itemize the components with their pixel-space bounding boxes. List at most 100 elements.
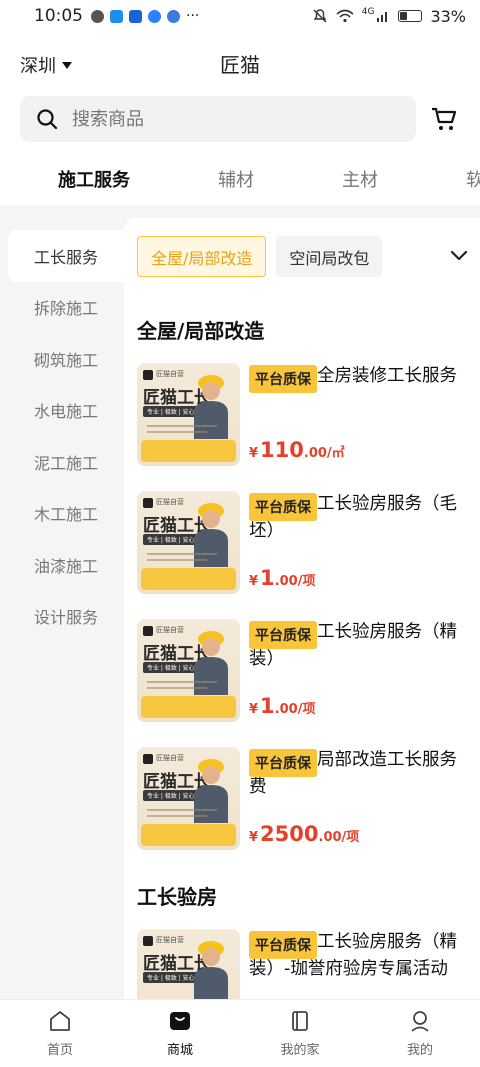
price-currency: ¥	[249, 446, 259, 461]
brand-logo-icon	[143, 936, 153, 946]
sidebar-item-plumbing-electric[interactable]: 水电施工	[0, 385, 124, 437]
wechat-icon	[91, 9, 104, 23]
price-decimal: .00/㎡	[303, 446, 345, 461]
sidebar-item-tiling[interactable]: 泥工施工	[0, 436, 124, 488]
brand-logo-icon	[143, 626, 153, 636]
thumb-info-band	[141, 440, 236, 462]
chevron-down-icon[interactable]	[450, 248, 468, 262]
battery-icon	[398, 10, 423, 22]
tab-mall-label: 商城	[166, 1043, 193, 1058]
product-name: 全房装修工长服务	[317, 366, 457, 386]
subcategory-chips: 全屋/局部改造 空间局改包	[137, 236, 480, 278]
price-integer: 110	[260, 438, 304, 462]
tab-profile-label: 我的	[406, 1043, 433, 1058]
mute-icon	[313, 9, 327, 23]
mall-icon	[170, 1012, 190, 1030]
thumb-brand: 匠猫自营	[156, 626, 184, 634]
page-title: 匠猫	[220, 52, 260, 77]
city-selector[interactable]: 深圳	[20, 52, 72, 78]
brand-logo-icon	[143, 754, 153, 764]
search-box[interactable]	[20, 96, 416, 142]
product-name: 工长验房服务（精装）-珈誉府验房专属活动	[249, 932, 457, 979]
product-price: ¥ 1 .00/项	[249, 694, 315, 718]
thumb-text-line	[147, 425, 217, 427]
product-thumbnail: 匠猫自营 匠猫工长 专业 | 极致 | 安心	[137, 619, 240, 722]
city-name: 深圳	[20, 56, 56, 77]
foreman-icon	[194, 375, 228, 439]
thumb-info-band	[141, 568, 236, 590]
cart-icon	[432, 107, 457, 130]
section-title: 全屋/局部改造	[137, 319, 265, 343]
sidebar-item-design[interactable]: 设计服务	[0, 591, 124, 643]
thumb-brand: 匠猫自营	[156, 370, 184, 378]
sidebar-item-demolition[interactable]: 拆除施工	[0, 282, 124, 334]
caret-down-icon	[62, 61, 72, 69]
thumb-brand: 匠猫自营	[156, 754, 184, 762]
thumb-info-band	[141, 824, 236, 846]
product-thumbnail: 匠猫自营 匠猫工长 专业 | 极致 | 安心	[137, 363, 240, 466]
price-decimal: .00/项	[274, 574, 316, 589]
product-price: ¥ 1 .00/项	[249, 566, 315, 590]
thumb-text-line	[147, 687, 207, 689]
product-card[interactable]: 匠猫自营 匠猫工长 专业 | 极致 | 安心 平台质保 工长验房服务（精装） ¥…	[137, 619, 470, 724]
brand-logo-icon	[143, 498, 153, 508]
product-card[interactable]: 匠猫自营 匠猫工长 专业 | 极致 | 安心 平台质保 工长验房服务（精装）-珈…	[137, 929, 470, 999]
sidebar-item-masonry[interactable]: 砌筑施工	[0, 333, 124, 385]
product-thumbnail: 匠猫自营 匠猫工长 专业 | 极致 | 安心	[137, 491, 240, 594]
search-row	[0, 94, 480, 144]
tab-home[interactable]: 首页	[0, 1000, 120, 1067]
price-currency: ¥	[249, 574, 259, 589]
book-icon	[292, 1011, 308, 1031]
signal-icon	[377, 12, 388, 22]
tab-main-materials[interactable]: 主材	[342, 166, 378, 192]
tab-soft-furnishing[interactable]: 软	[466, 166, 480, 192]
tab-auxiliary-materials[interactable]: 辅材	[218, 166, 254, 192]
product-card[interactable]: 匠猫自营 匠猫工长 专业 | 极致 | 安心 平台质保 全房装修工长服务 ¥ 1…	[137, 363, 470, 468]
home-icon	[50, 1011, 70, 1031]
section-title: 工长验房	[137, 885, 217, 909]
tab-home-label: 首页	[46, 1043, 73, 1058]
thumb-text-line	[147, 553, 217, 555]
chip-space-renovation-pack[interactable]: 空间局改包	[276, 236, 383, 277]
status-bar: 10:05 ··· 4G 33%	[0, 0, 480, 32]
price-integer: 1	[260, 566, 275, 590]
price-currency: ¥	[249, 702, 259, 717]
wifi-icon	[336, 9, 354, 23]
product-name: 工长验房服务（精装）	[249, 622, 457, 669]
product-name: 局部改造工长服务费	[249, 750, 457, 797]
product-price: ¥ 2500 .00/项	[249, 822, 359, 846]
sidebar-item-foreman[interactable]: 工长服务	[8, 230, 124, 282]
category-tabs: 施工服务 辅材 主材 软	[0, 144, 480, 209]
tab-profile[interactable]: 我的	[360, 1000, 480, 1067]
sidebar: 工长服务 拆除施工 砌筑施工 水电施工 泥工施工 木工施工 油漆施工 设计服务	[0, 230, 124, 642]
tab-my-home[interactable]: 我的家	[240, 1000, 360, 1067]
header: 深圳 匠猫	[0, 32, 480, 94]
thumb-text-line	[147, 431, 207, 433]
tab-construction-service[interactable]: 施工服务	[58, 166, 130, 192]
cart-button[interactable]	[428, 103, 460, 135]
search-input[interactable]	[72, 108, 372, 130]
thumb-text-line	[147, 559, 207, 561]
product-name: 工长验房服务（毛坯）	[249, 494, 457, 541]
chip-whole-house-renovation[interactable]: 全屋/局部改造	[137, 236, 267, 277]
foreman-icon	[194, 503, 228, 567]
thumb-text-line	[147, 809, 217, 811]
product-card[interactable]: 匠猫自营 匠猫工长 专业 | 极致 | 安心 平台质保 局部改造工长服务费 ¥ …	[137, 747, 470, 852]
product-thumbnail: 匠猫自营 匠猫工长 专业 | 极致 | 安心	[137, 929, 240, 999]
music-icon	[148, 9, 161, 23]
price-decimal: .00/项	[274, 702, 316, 717]
thumb-brand: 匠猫自营	[156, 936, 184, 944]
foreman-icon	[194, 631, 228, 695]
product-card[interactable]: 匠猫自营 匠猫工长 专业 | 极致 | 安心 平台质保 工长验房服务（毛坯） ¥…	[137, 491, 470, 596]
brand-logo-icon	[143, 370, 153, 380]
status-time: 10:05	[34, 6, 83, 26]
tab-mall[interactable]: 商城	[120, 1000, 240, 1067]
sidebar-item-painting[interactable]: 油漆施工	[0, 539, 124, 591]
bottom-tab-bar: 首页 商城 我的家 我的	[0, 999, 480, 1067]
sidebar-item-carpentry[interactable]: 木工施工	[0, 488, 124, 540]
price-integer: 2500	[260, 822, 319, 846]
thumb-info-band	[141, 696, 236, 718]
product-price: ¥ 110 .00/㎡	[249, 438, 345, 462]
shield-icon	[129, 9, 142, 23]
tab-my-home-label: 我的家	[280, 1043, 320, 1058]
